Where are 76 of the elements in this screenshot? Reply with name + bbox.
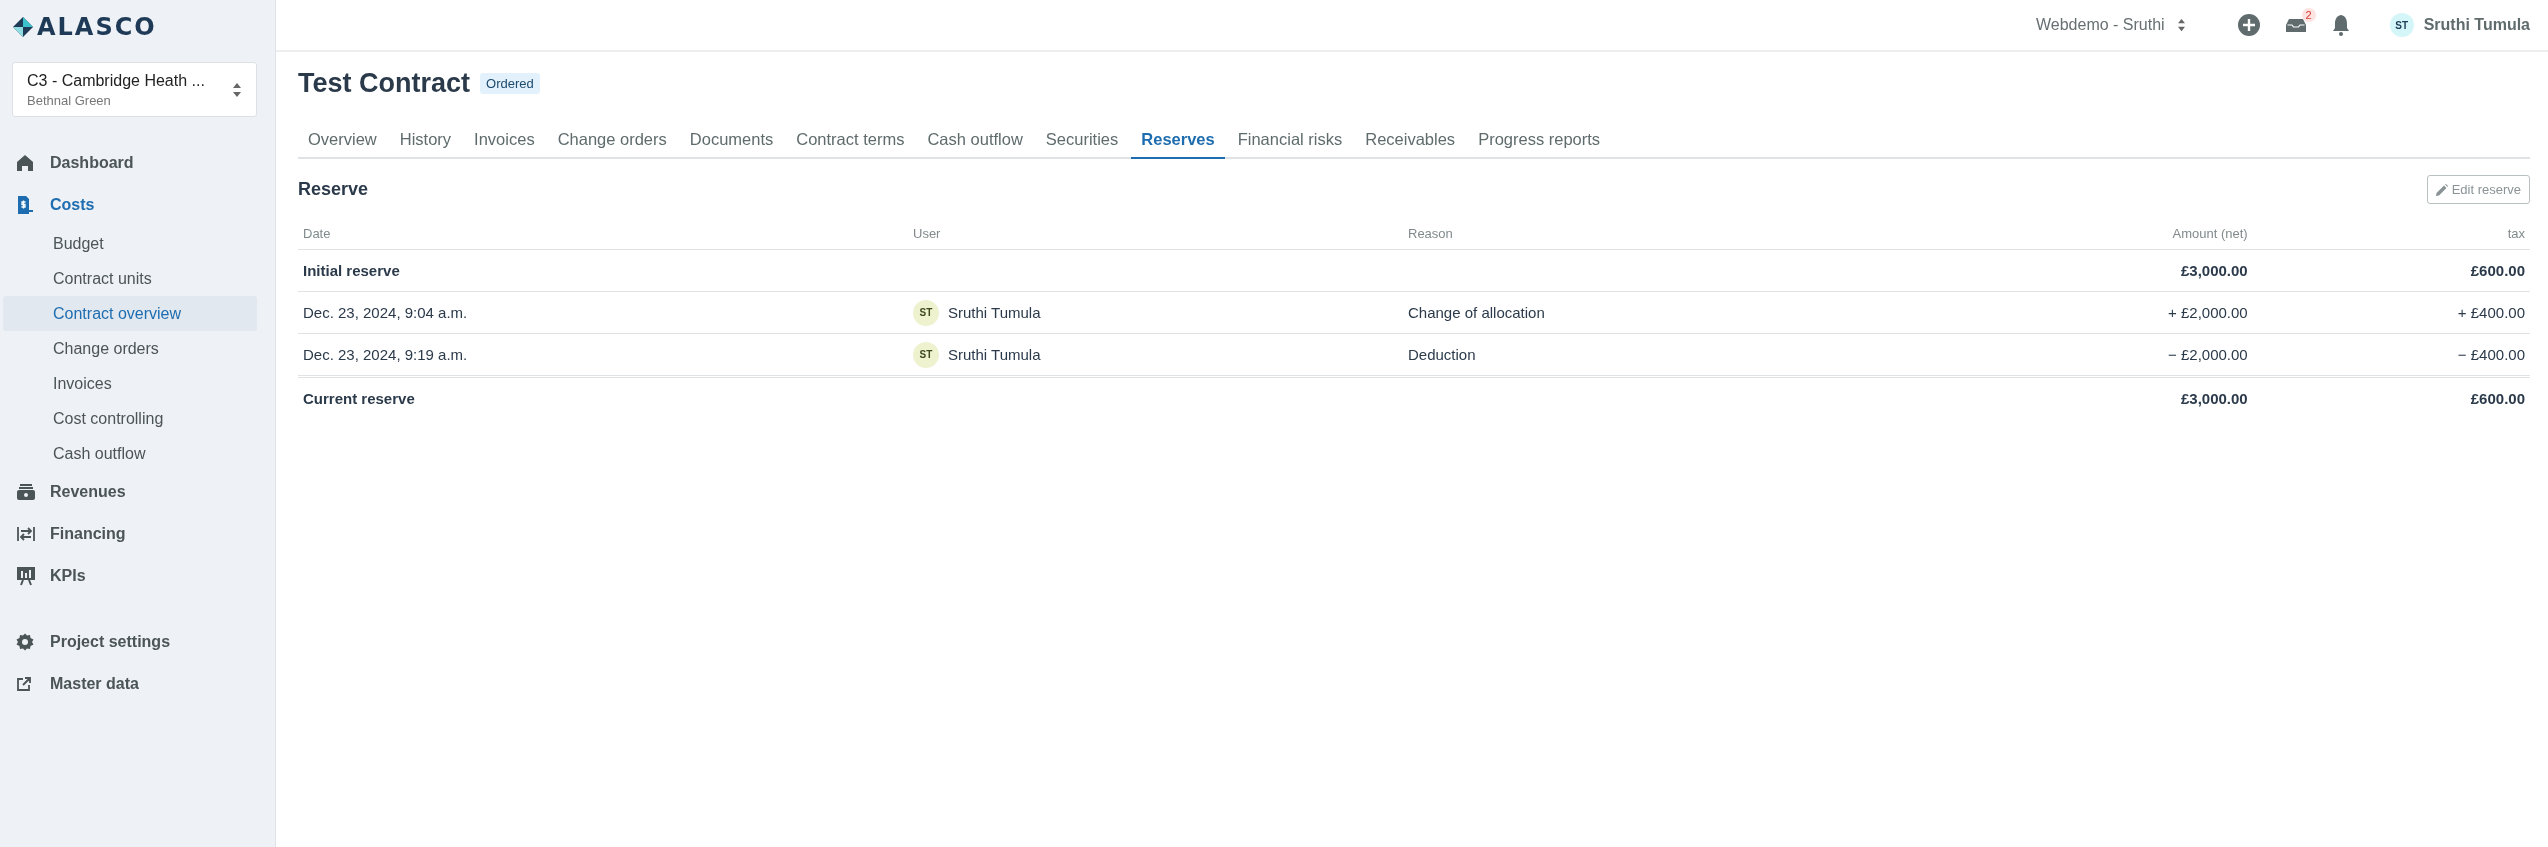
- nav-item[interactable]: Dashboard: [0, 142, 275, 184]
- row-label: Current reserve: [303, 390, 415, 407]
- home-icon: [16, 154, 34, 172]
- nav-item[interactable]: Master data: [0, 663, 275, 705]
- date-cell: Dec. 23, 2024, 9:04 a.m.: [303, 304, 468, 321]
- user-menu[interactable]: ST Sruthi Tumula: [2389, 13, 2530, 37]
- tab[interactable]: Progress reports: [1468, 121, 1611, 159]
- amount-cell: £3,000.00: [2180, 390, 2248, 407]
- tab[interactable]: Cash outflow: [917, 121, 1033, 159]
- date-cell: Dec. 23, 2024, 9:19 a.m.: [303, 346, 468, 363]
- tab[interactable]: Financial risks: [1227, 121, 1353, 159]
- tab[interactable]: Securities: [1035, 121, 1129, 159]
- user-name: Sruthi Tumula: [948, 304, 1041, 321]
- workspace-selector[interactable]: Webdemo - Sruthi: [2035, 16, 2186, 34]
- tax-cell: + £400.00: [2457, 304, 2525, 321]
- nav-subitem[interactable]: Cash outflow: [3, 436, 257, 471]
- nav-subitem[interactable]: Cost controlling: [3, 401, 257, 436]
- logo-text: ALASCO: [37, 13, 157, 41]
- sort-icon: [232, 81, 242, 98]
- notifications-button[interactable]: [2331, 14, 2350, 36]
- reason-cell: Change of allocation: [1408, 304, 1545, 321]
- nav-item[interactable]: Project settings: [0, 621, 275, 663]
- nav-subitem[interactable]: Contract overview: [3, 296, 257, 331]
- section-title: Reserve: [298, 179, 369, 200]
- cash-register-icon: [16, 483, 36, 501]
- plus-circle-icon: [2237, 14, 2260, 36]
- nav-item[interactable]: KPIs: [0, 555, 275, 597]
- pencil-icon: [2435, 183, 2448, 196]
- tax-cell: £600.00: [2470, 390, 2525, 407]
- nav-subitem[interactable]: Budget: [3, 226, 257, 261]
- notification-count: 2: [2301, 8, 2316, 22]
- tab[interactable]: Invoices: [464, 121, 545, 159]
- amount-cell: − £2,000.00: [2168, 346, 2248, 363]
- add-button[interactable]: [2237, 14, 2260, 36]
- tab[interactable]: Reserves: [1131, 121, 1225, 159]
- tax-cell: £600.00: [2470, 262, 2525, 279]
- swap-arrows-icon: [16, 525, 36, 543]
- settings-icon: [16, 633, 34, 651]
- nav-item[interactable]: Financing: [0, 513, 275, 555]
- status-tag: Ordered: [480, 73, 540, 94]
- user-avatar: ST: [2389, 13, 2414, 37]
- amount-cell: + £2,000.00: [2168, 304, 2248, 321]
- column-header: Amount (net): [2172, 226, 2248, 241]
- column-header: Date: [303, 226, 331, 241]
- inbox-icon: [2285, 17, 2306, 33]
- external-link-icon: [16, 676, 32, 692]
- reason-cell: Deduction: [1408, 346, 1476, 363]
- tab[interactable]: Contract terms: [786, 121, 915, 159]
- row-label: Initial reserve: [303, 262, 400, 279]
- tab[interactable]: Documents: [679, 121, 784, 159]
- column-header: User: [913, 226, 941, 241]
- inbox-button[interactable]: 2: [2285, 8, 2316, 33]
- edit-reserve-button[interactable]: Edit reserve: [2426, 175, 2530, 204]
- logo-icon: [12, 16, 34, 38]
- sort-icon: [2176, 18, 2186, 32]
- tab[interactable]: History: [389, 121, 462, 159]
- nav-subitem[interactable]: Contract units: [3, 261, 257, 296]
- bell-icon: [2331, 14, 2350, 36]
- user-name: Sruthi Tumula: [948, 346, 1041, 363]
- presentation-chart-icon: [16, 566, 36, 586]
- tab[interactable]: Change orders: [547, 121, 677, 159]
- column-header: tax: [2507, 226, 2525, 241]
- nav-item[interactable]: Revenues: [0, 471, 275, 513]
- nav-item[interactable]: Costs: [0, 184, 275, 226]
- user-avatar: ST: [913, 341, 939, 368]
- tax-cell: − £400.00: [2457, 346, 2525, 363]
- project-selector[interactable]: C3 - Cambridge Heath ... Bethnal Green: [12, 62, 257, 117]
- costs-icon: [16, 195, 34, 215]
- user-avatar: ST: [913, 299, 939, 326]
- nav-subitem[interactable]: Invoices: [3, 366, 257, 401]
- amount-cell: £3,000.00: [2180, 262, 2248, 279]
- column-header: Reason: [1408, 226, 1453, 241]
- tab[interactable]: Overview: [298, 121, 387, 159]
- nav-subitem[interactable]: Change orders: [3, 331, 257, 366]
- tab[interactable]: Receivables: [1355, 121, 1466, 159]
- page-title: Test Contract: [298, 68, 471, 99]
